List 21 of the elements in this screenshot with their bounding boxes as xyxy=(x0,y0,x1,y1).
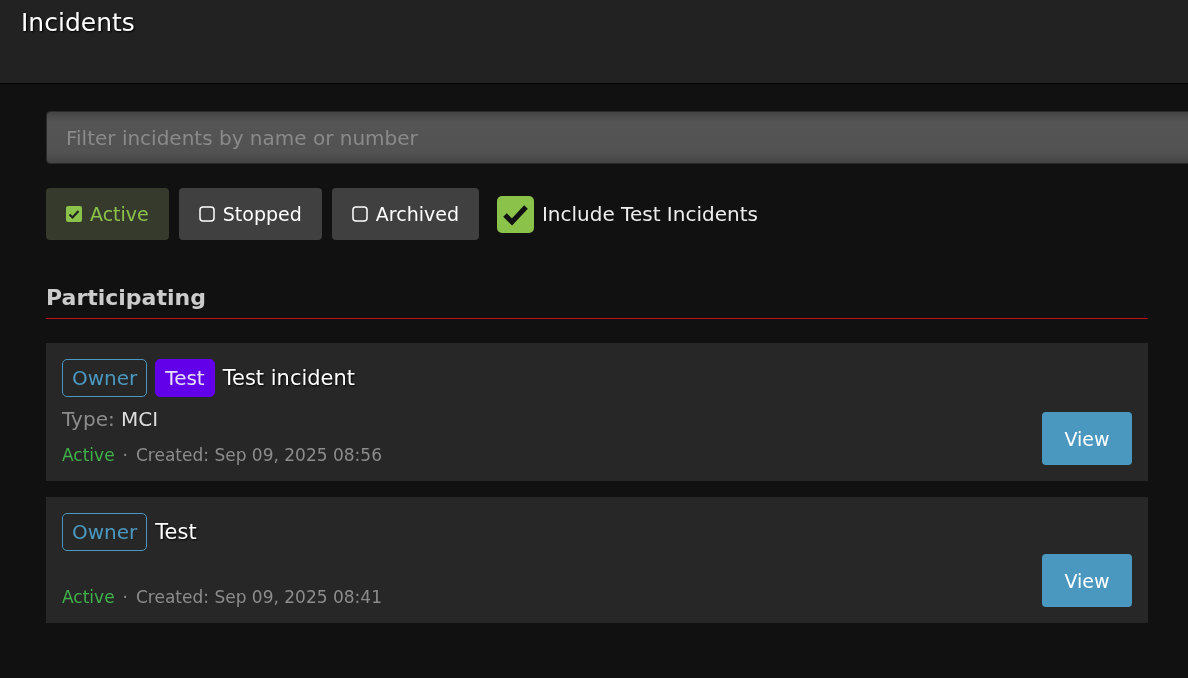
filter-toggle[interactable]: Stopped xyxy=(178,188,322,240)
role-badge: Owner xyxy=(62,513,148,551)
view-button[interactable]: View xyxy=(1042,412,1132,465)
checked-checkbox[interactable] xyxy=(496,195,534,233)
status-text: Active xyxy=(62,587,115,607)
status-text: Active xyxy=(62,445,115,465)
created-date: Created: Sep 09, 2025 08:41 xyxy=(136,587,382,607)
filter-toggle[interactable]: Active xyxy=(46,188,169,240)
section-heading: Participating xyxy=(46,285,206,310)
role-badge: Owner xyxy=(62,359,148,397)
incident-title: Test incident xyxy=(222,366,356,390)
view-button[interactable]: View xyxy=(1042,554,1132,607)
test-badge: Test xyxy=(155,359,215,397)
page-title: Incidents xyxy=(21,8,135,37)
separator-dot: · xyxy=(122,445,128,465)
incident-title: Test xyxy=(155,520,197,544)
incident-type: Type: MCI xyxy=(62,407,160,431)
separator-dot: · xyxy=(122,587,128,607)
checkbox-label: Include Test Incidents xyxy=(541,202,758,226)
created-date: Created: Sep 09, 2025 08:56 xyxy=(136,445,382,465)
filter-toggle[interactable]: Archived xyxy=(331,188,479,240)
